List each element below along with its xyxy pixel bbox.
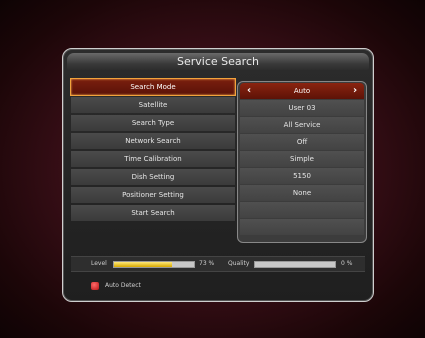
value-dish-setting[interactable]: 5150 <box>240 168 364 184</box>
menu-item-satellite[interactable]: Satellite <box>71 97 235 113</box>
arrow-left-icon[interactable]: ‹ <box>243 83 255 99</box>
value-network-search[interactable]: Off <box>240 134 364 150</box>
menu-item-network-search[interactable]: Network Search <box>71 133 235 149</box>
level-value: 73 % <box>199 260 215 267</box>
value-empty-row <box>240 202 364 218</box>
menu-item-time-calibration[interactable]: Time Calibration <box>71 151 235 167</box>
value-search-mode[interactable]: ‹ Auto › <box>240 83 364 99</box>
level-meter-fill <box>114 262 173 267</box>
auto-detect-label: Auto Detect <box>105 282 141 289</box>
value-search-mode-text: Auto <box>293 87 311 95</box>
dialog-title: Service Search <box>67 53 369 71</box>
menu-item-positioner-setting[interactable]: Positioner Setting <box>71 187 235 203</box>
menu-item-search-type[interactable]: Search Type <box>71 115 235 131</box>
quality-meter <box>254 261 336 268</box>
value-search-type[interactable]: All Service <box>240 117 364 133</box>
values-panel: ‹ Auto › User 03 All Service Off Simple … <box>237 81 367 243</box>
quality-label: Quality <box>228 260 250 267</box>
red-button-icon <box>91 282 99 290</box>
value-empty-row <box>240 219 364 235</box>
service-search-dialog: Service Search Search Mode Satellite Sea… <box>62 48 374 302</box>
level-meter <box>113 261 195 268</box>
arrow-right-icon[interactable]: › <box>349 83 361 99</box>
status-bar: Auto Detect <box>71 280 365 294</box>
value-time-calibration[interactable]: Simple <box>240 151 364 167</box>
signal-bar: Level 73 % Quality 0 % <box>71 256 365 272</box>
level-label: Level <box>91 260 107 267</box>
value-positioner-setting[interactable]: None <box>240 185 364 201</box>
value-satellite[interactable]: User 03 <box>240 100 364 116</box>
quality-value: 0 % <box>341 260 353 267</box>
settings-menu: Search Mode Satellite Search Type Networ… <box>71 79 235 223</box>
menu-item-dish-setting[interactable]: Dish Setting <box>71 169 235 185</box>
menu-item-start-search[interactable]: Start Search <box>71 205 235 221</box>
menu-item-search-mode[interactable]: Search Mode <box>71 79 235 95</box>
